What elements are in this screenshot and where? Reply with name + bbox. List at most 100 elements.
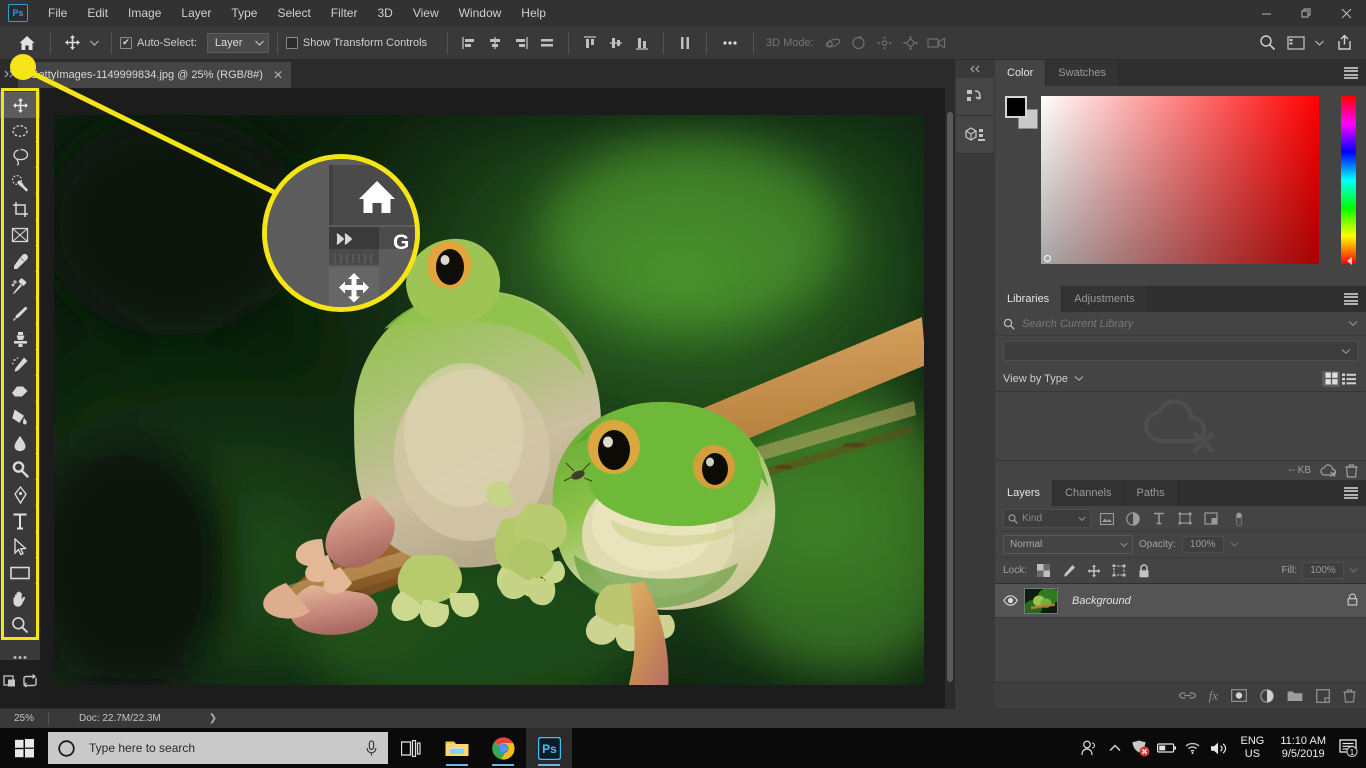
menu-3d[interactable]: 3D: [367, 0, 402, 26]
battery-icon[interactable]: [1154, 728, 1180, 768]
more-tools-icon[interactable]: [0, 647, 40, 667]
adjustment-layer-filter-icon[interactable]: [1123, 510, 1143, 528]
align-horizontal-centers-icon[interactable]: [482, 31, 508, 55]
tool-hand[interactable]: [0, 586, 40, 612]
clock[interactable]: 11:10 AM 9/5/2019: [1272, 735, 1332, 761]
tab-layers[interactable]: Layers: [995, 480, 1054, 506]
roll-3d-icon[interactable]: [846, 31, 872, 55]
search-icon[interactable]: [1252, 31, 1282, 55]
tool-clone-stamp[interactable]: [0, 326, 40, 352]
align-left-edges-icon[interactable]: [456, 31, 482, 55]
tool-type[interactable]: [0, 508, 40, 534]
wifi-icon[interactable]: [1180, 728, 1206, 768]
properties-3d-panel-icon[interactable]: [956, 116, 994, 154]
close-button[interactable]: [1326, 0, 1366, 26]
layer-mask-icon[interactable]: [1231, 689, 1247, 702]
slide-3d-icon[interactable]: [898, 31, 924, 55]
zoom-level[interactable]: 25%: [0, 713, 48, 724]
layer-name[interactable]: Background: [1072, 595, 1131, 607]
volume-icon[interactable]: [1206, 728, 1232, 768]
tool-move[interactable]: [0, 92, 40, 118]
align-vertical-centers-icon[interactable]: [603, 31, 629, 55]
menu-edit[interactable]: Edit: [77, 0, 118, 26]
libraries-panel-menu-icon[interactable]: [1344, 293, 1358, 305]
delete-layer-icon[interactable]: [1343, 688, 1356, 703]
menu-select[interactable]: Select: [267, 0, 320, 26]
lock-position-icon[interactable]: [1084, 562, 1104, 580]
menu-filter[interactable]: Filter: [321, 0, 368, 26]
scrollbar-thumb[interactable]: [947, 112, 953, 682]
color-field-marker[interactable]: [1044, 255, 1051, 262]
show-hidden-icons-icon[interactable]: [1102, 728, 1128, 768]
library-search-input[interactable]: [1022, 317, 1348, 330]
color-panel-body[interactable]: [995, 86, 1366, 286]
language-indicator[interactable]: ENG US: [1232, 735, 1272, 761]
lock-all-icon[interactable]: [1134, 562, 1154, 580]
color-panel-menu-icon[interactable]: [1344, 67, 1358, 79]
hue-slider-marker[interactable]: [1347, 257, 1352, 265]
new-layer-icon[interactable]: [1316, 688, 1330, 703]
list-view-icon[interactable]: [1340, 371, 1358, 387]
align-right-edges-icon[interactable]: [508, 31, 534, 55]
minimize-button[interactable]: [1246, 0, 1286, 26]
tab-swatches[interactable]: Swatches: [1046, 60, 1119, 86]
adjustment-layer-icon[interactable]: [1260, 688, 1274, 703]
auto-select-checkbox[interactable]: [120, 36, 132, 49]
collapse-arrows-icon[interactable]: [955, 60, 995, 78]
tool-path-selection[interactable]: [0, 534, 40, 560]
menu-window[interactable]: Window: [449, 0, 512, 26]
library-selector-dropdown[interactable]: [1003, 341, 1358, 361]
menu-type[interactable]: Type: [221, 0, 267, 26]
pixel-layer-filter-icon[interactable]: [1097, 510, 1117, 528]
distribute-horizontally-icon[interactable]: [534, 31, 560, 55]
tool-crop[interactable]: [0, 196, 40, 222]
lock-artboard-icon[interactable]: [1109, 562, 1129, 580]
tool-preset-chevron-icon[interactable]: [85, 31, 103, 55]
task-view-icon[interactable]: [388, 728, 434, 768]
color-foreground-swatch[interactable]: [1005, 96, 1027, 118]
tool-blur[interactable]: [0, 430, 40, 456]
lock-transparency-icon[interactable]: [1034, 562, 1054, 580]
tool-dodge[interactable]: [0, 456, 40, 482]
restore-button[interactable]: [1286, 0, 1326, 26]
status-expand-icon[interactable]: ❯: [209, 713, 217, 724]
tool-frame[interactable]: [0, 222, 40, 248]
opacity-value[interactable]: 100%: [1181, 536, 1224, 553]
grid-view-icon[interactable]: [1322, 370, 1340, 387]
library-search-row[interactable]: [995, 312, 1366, 336]
layers-panel-menu-icon[interactable]: [1344, 487, 1358, 499]
smart-object-filter-icon[interactable]: [1201, 510, 1221, 528]
tool-pen[interactable]: [0, 482, 40, 508]
align-top-edges-icon[interactable]: [577, 31, 603, 55]
layer-lock-icon[interactable]: [1347, 592, 1358, 609]
fill-value[interactable]: 100%: [1302, 562, 1344, 579]
tool-zoom[interactable]: [0, 612, 40, 638]
show-transform-checkbox[interactable]: [285, 36, 298, 49]
hue-slider[interactable]: [1341, 96, 1356, 265]
view-by-type-label[interactable]: View by Type: [1003, 373, 1068, 385]
lock-image-icon[interactable]: [1059, 562, 1079, 580]
google-chrome-icon[interactable]: [480, 728, 526, 768]
move-tool-icon[interactable]: [59, 31, 85, 55]
canvas-area[interactable]: [40, 88, 955, 708]
tool-brush[interactable]: [0, 300, 40, 326]
document-tab[interactable]: GettyImages-1149999834.jpg @ 25% (RGB/8#…: [18, 62, 292, 88]
color-field[interactable]: [1041, 96, 1319, 264]
workspace-switcher-icon[interactable]: [1282, 31, 1310, 55]
share-icon[interactable]: [1328, 31, 1360, 55]
color-panel-swatches[interactable]: [1005, 96, 1039, 129]
shape-layer-filter-icon[interactable]: [1175, 510, 1195, 528]
tab-adjustments[interactable]: Adjustments: [1062, 286, 1148, 312]
distribute-vertically-icon[interactable]: [672, 31, 698, 55]
new-group-icon[interactable]: [1287, 689, 1303, 702]
scale-3d-icon[interactable]: [924, 31, 950, 55]
pan-3d-icon[interactable]: [872, 31, 898, 55]
type-layer-filter-icon[interactable]: [1149, 510, 1169, 528]
show-transform-group[interactable]: Show Transform Controls: [285, 36, 433, 49]
document-canvas[interactable]: [54, 115, 924, 685]
align-bottom-edges-icon[interactable]: [629, 31, 655, 55]
tab-color[interactable]: Color: [995, 60, 1047, 86]
blend-mode-dropdown[interactable]: Normal: [1003, 535, 1133, 554]
menu-view[interactable]: View: [403, 0, 449, 26]
windows-start-icon[interactable]: [0, 728, 48, 768]
